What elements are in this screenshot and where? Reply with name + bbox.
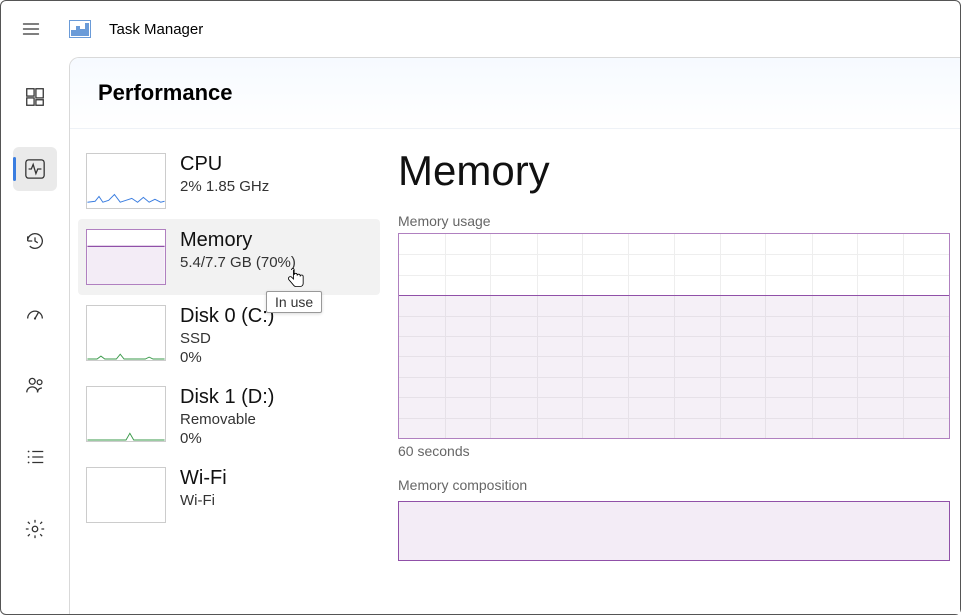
nav-item-history[interactable] xyxy=(13,219,57,263)
perf-item-disk1[interactable]: Disk 1 (D:) Removable 0% xyxy=(78,376,380,457)
perf-item-name: CPU xyxy=(180,153,269,176)
content-area: Performance CPU 2% 1.85 GHz xyxy=(69,57,960,614)
performance-list: CPU 2% 1.85 GHz Memory 5.4/7.7 GB (70%) xyxy=(70,129,380,614)
tooltip: In use xyxy=(266,291,322,313)
perf-item-name: Disk 1 (D:) xyxy=(180,386,274,409)
perf-item-sub: 5.4/7.7 GB (70%) xyxy=(180,254,296,271)
list-icon xyxy=(24,446,46,468)
memory-composition-chart[interactable] xyxy=(398,501,950,561)
perf-item-cpu[interactable]: CPU 2% 1.85 GHz xyxy=(78,143,380,219)
memory-thumbnail-chart xyxy=(86,229,166,285)
memory-usage-chart[interactable] xyxy=(398,233,950,439)
hamburger-menu-button[interactable] xyxy=(11,9,51,49)
perf-item-memory[interactable]: Memory 5.4/7.7 GB (70%) xyxy=(78,219,380,295)
perf-item-sub2: 0% xyxy=(180,349,274,366)
wifi-thumbnail-chart xyxy=(86,467,166,523)
perf-item-disk0[interactable]: Disk 0 (C:) SSD 0% In use xyxy=(78,295,380,376)
nav-rail xyxy=(1,57,69,614)
x-axis-label: 60 seconds xyxy=(398,443,950,459)
grid-icon xyxy=(24,86,46,108)
perf-item-name: Memory xyxy=(180,229,296,252)
nav-item-users[interactable] xyxy=(13,363,57,407)
title-bar: Task Manager xyxy=(1,1,960,57)
cpu-thumbnail-chart xyxy=(86,153,166,209)
detail-title: Memory xyxy=(398,147,950,195)
usage-label: Memory usage xyxy=(398,213,950,229)
perf-item-sub: Removable xyxy=(180,411,274,428)
nav-item-processes[interactable] xyxy=(13,75,57,119)
history-icon xyxy=(24,230,46,252)
pulse-icon xyxy=(24,158,46,180)
nav-item-settings[interactable] xyxy=(13,507,57,551)
disk0-thumbnail-chart xyxy=(86,305,166,361)
page-title: Performance xyxy=(70,58,960,129)
nav-item-startup[interactable] xyxy=(13,291,57,335)
nav-item-details[interactable] xyxy=(13,435,57,479)
app-title: Task Manager xyxy=(109,21,203,38)
perf-item-name: Wi-Fi xyxy=(180,467,227,490)
disk1-thumbnail-chart xyxy=(86,386,166,442)
app-icon xyxy=(69,20,91,38)
perf-item-sub: 2% 1.85 GHz xyxy=(180,178,269,195)
composition-label: Memory composition xyxy=(398,477,950,493)
pointer-hand-icon xyxy=(286,267,306,291)
nav-item-performance[interactable] xyxy=(13,147,57,191)
gauge-icon xyxy=(24,302,46,324)
perf-item-name: Disk 0 (C:) xyxy=(180,305,274,328)
perf-item-wifi[interactable]: Wi-Fi Wi-Fi xyxy=(78,457,380,533)
perf-item-sub: SSD xyxy=(180,330,274,347)
perf-item-sub2: 0% xyxy=(180,430,274,447)
hamburger-icon xyxy=(21,19,41,39)
users-icon xyxy=(24,374,46,396)
detail-panel: Memory Memory usage 60 seconds Memory co… xyxy=(380,129,960,614)
gear-icon xyxy=(24,518,46,540)
perf-item-sub: Wi-Fi xyxy=(180,492,227,509)
